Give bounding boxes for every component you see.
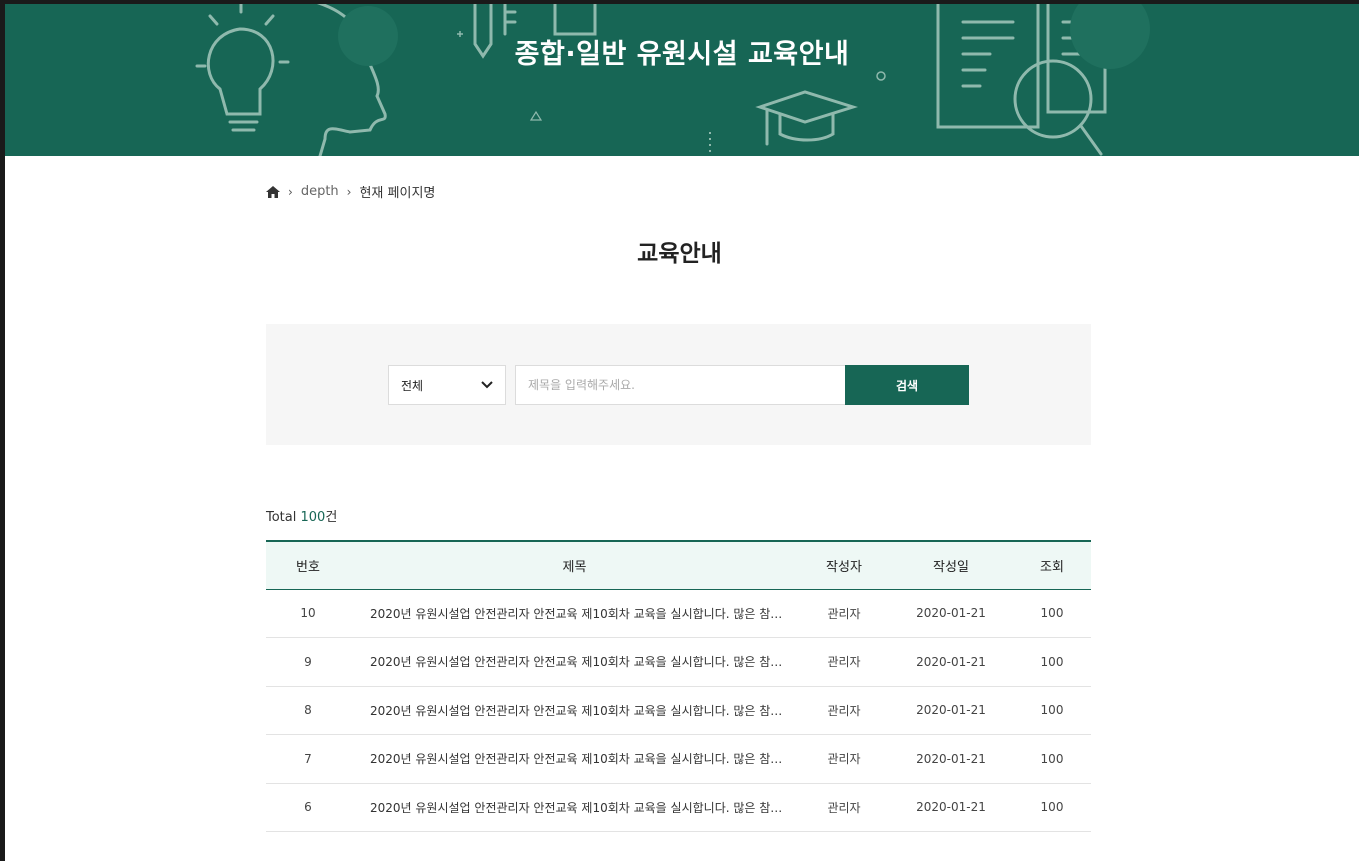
row-views: 100 [1013, 637, 1091, 687]
home-icon[interactable] [266, 185, 280, 198]
row-author: 관리자 [799, 686, 889, 735]
total-unit: 건 [325, 510, 338, 525]
row-views: 100 [1013, 686, 1091, 735]
row-author: 관리자 [799, 589, 889, 638]
banner-title: 종합·일반 유원시설 교육안내 [514, 39, 850, 70]
row-number: 9 [266, 637, 350, 687]
row-title-link[interactable]: 2020년 유원시설업 안전관리자 안전교육 제10회차 교육을 실시합니다. … [350, 589, 799, 638]
row-date: 2020-01-21 [889, 734, 1013, 784]
table-header-row: 번호 제목 작성자 작성일 조회 [266, 541, 1091, 589]
column-header-date: 작성일 [933, 559, 969, 575]
breadcrumb-depth[interactable]: depth [301, 184, 339, 199]
row-author: 관리자 [799, 734, 889, 784]
table-row[interactable]: 10 2020년 유원시설업 안전관리자 안전교육 제10회차 교육을 실시합니… [266, 589, 1091, 638]
breadcrumb-current: 현재 페이지명 [359, 186, 436, 201]
row-number: 6 [266, 783, 350, 832]
row-title-link[interactable]: 2020년 유원시설업 안전관리자 안전교육 제10회차 교육을 실시합니다. … [350, 734, 799, 784]
row-author: 관리자 [799, 783, 889, 832]
row-date: 2020-01-21 [889, 686, 1013, 735]
total-label: Total [266, 510, 301, 525]
table-row[interactable]: 7 2020년 유원시설업 안전관리자 안전교육 제10회차 교육을 실시합니다… [266, 734, 1091, 784]
row-number: 10 [266, 589, 350, 638]
row-date: 2020-01-21 [889, 589, 1013, 638]
banner-illustration [195, 4, 1150, 156]
row-number: 7 [266, 734, 350, 784]
row-date: 2020-01-21 [889, 783, 1013, 832]
page-title: 교육안내 [637, 241, 722, 267]
column-header-title: 제목 [562, 559, 587, 575]
row-title-link[interactable]: 2020년 유원시설업 안전관리자 안전교육 제10회차 교육을 실시합니다. … [350, 783, 799, 832]
education-list-table: 번호 제목 작성자 작성일 조회 10 2020년 유원시설업 안전관리자 안전… [266, 540, 1091, 832]
chevron-right-icon: › [346, 184, 352, 199]
table-row[interactable]: 9 2020년 유원시설업 안전관리자 안전교육 제10회차 교육을 실시합니다… [266, 637, 1091, 687]
row-title-link[interactable]: 2020년 유원시설업 안전관리자 안전교육 제10회차 교육을 실시합니다. … [350, 637, 799, 687]
category-select[interactable]: 전체 [388, 365, 506, 405]
chevron-right-icon: › [288, 184, 293, 199]
column-header-views: 조회 [1040, 559, 1064, 575]
total-count: Total 100건 [266, 506, 337, 525]
hero-banner: 종합·일반 유원시설 교육안내 [5, 4, 1359, 156]
search-panel: 전체 검색 [266, 324, 1091, 445]
table-row[interactable]: 6 2020년 유원시설업 안전관리자 안전교육 제10회차 교육을 실시합니다… [266, 783, 1091, 832]
total-number: 100 [300, 510, 326, 525]
breadcrumb: › depth › 현재 페이지명 [266, 182, 435, 201]
column-header-number: 번호 [296, 559, 320, 575]
row-number: 8 [266, 686, 350, 735]
row-views: 100 [1013, 589, 1091, 638]
column-header-author: 작성자 [826, 559, 862, 575]
row-title-link[interactable]: 2020년 유원시설업 안전관리자 안전교육 제10회차 교육을 실시합니다. … [350, 686, 799, 735]
table-row[interactable]: 8 2020년 유원시설업 안전관리자 안전교육 제10회차 교육을 실시합니다… [266, 686, 1091, 735]
row-views: 100 [1013, 783, 1091, 832]
row-views: 100 [1013, 734, 1091, 784]
row-date: 2020-01-21 [889, 637, 1013, 687]
search-button[interactable]: 검색 [845, 365, 969, 405]
chevron-down-icon [481, 381, 493, 389]
search-input[interactable] [515, 365, 846, 405]
category-select-value: 전체 [401, 378, 424, 393]
row-author: 관리자 [799, 637, 889, 687]
